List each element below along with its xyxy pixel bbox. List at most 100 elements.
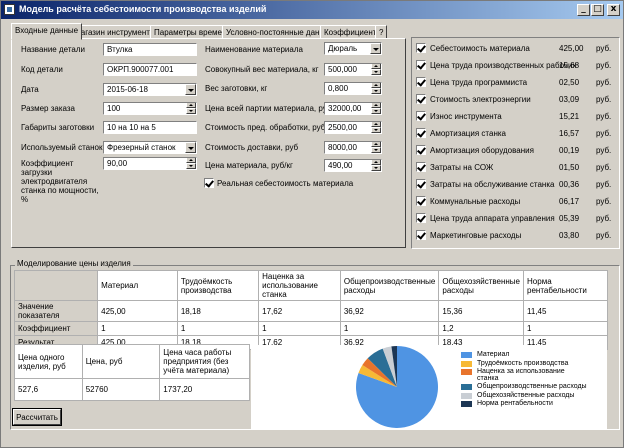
table-row: 527,6 52760 1737,20 bbox=[14, 378, 250, 401]
legend-swatch bbox=[461, 369, 472, 375]
legend-swatch bbox=[461, 392, 472, 399]
blank-size-input[interactable]: 10 на 10 на 5 bbox=[103, 121, 197, 134]
cost-checkbox[interactable] bbox=[416, 145, 426, 155]
cost-value: 06,17 bbox=[559, 197, 580, 206]
material-select[interactable]: Дюраль bbox=[324, 42, 382, 55]
cost-name: Износ инструмента bbox=[430, 112, 502, 121]
date-value: 2015-06-18 bbox=[107, 85, 148, 94]
part-name-label: Название детали bbox=[21, 45, 85, 54]
minimize-button[interactable]: _ bbox=[577, 4, 590, 16]
chevron-down-icon[interactable] bbox=[185, 84, 196, 95]
maximize-button[interactable]: □ bbox=[591, 4, 604, 16]
chevron-down-icon[interactable] bbox=[370, 43, 381, 54]
pie-chart bbox=[356, 346, 438, 428]
spin-down-icon[interactable] bbox=[371, 69, 381, 75]
close-button[interactable]: x bbox=[607, 4, 620, 16]
legend-label: Общехозяйственные расходы bbox=[477, 391, 575, 399]
spin-down-icon[interactable] bbox=[371, 108, 381, 114]
spin-down-icon[interactable] bbox=[371, 165, 381, 171]
date-picker[interactable]: 2015-06-18 bbox=[103, 83, 197, 96]
tab-tool-store[interactable]: Магазин инструментов bbox=[70, 25, 163, 39]
table-cell[interactable]: 1 bbox=[258, 321, 341, 336]
cost-checkbox[interactable] bbox=[416, 196, 426, 206]
cost-name: Стоимость электроэнергии bbox=[430, 95, 531, 104]
cost-checkbox[interactable] bbox=[416, 230, 426, 240]
motor-load-stepper[interactable]: 90,00 bbox=[103, 157, 197, 170]
blank-size-label: Габариты заготовки bbox=[21, 123, 95, 132]
table-cell[interactable]: 1 bbox=[176, 321, 260, 336]
cost-value: 15,68 bbox=[559, 61, 580, 70]
delivery-cost-stepper[interactable]: 8000,00 bbox=[324, 141, 382, 154]
material-price-stepper[interactable]: 490,00 bbox=[324, 159, 382, 172]
material-value: Дюраль bbox=[328, 44, 358, 53]
table-cell[interactable]: 18,18 bbox=[176, 300, 260, 322]
cost-row-electricity: Стоимость электроэнергии 03,09 руб. bbox=[412, 93, 621, 107]
cost-checkbox[interactable] bbox=[416, 111, 426, 121]
table-cell[interactable]: 17,62 bbox=[258, 300, 341, 322]
cost-row-utilities: Коммунальные расходы 06,17 руб. bbox=[412, 195, 621, 209]
cost-checkbox[interactable] bbox=[416, 77, 426, 87]
chevron-down-icon[interactable] bbox=[185, 142, 196, 153]
real-cost-checkbox[interactable] bbox=[204, 178, 214, 188]
order-size-value: 100 bbox=[107, 104, 121, 113]
cost-value: 03,09 bbox=[559, 95, 580, 104]
order-size-stepper[interactable]: 100 bbox=[103, 102, 197, 115]
spin-down-icon[interactable] bbox=[186, 108, 196, 114]
table-cell[interactable]: 15,36 bbox=[438, 300, 525, 322]
cost-checkbox[interactable] bbox=[416, 43, 426, 53]
cost-checkbox[interactable] bbox=[416, 213, 426, 223]
cost-value: 15,21 bbox=[559, 112, 580, 121]
tab-help[interactable]: ? bbox=[375, 25, 388, 39]
blank-weight-value: 0,800 bbox=[328, 84, 349, 93]
title-bar[interactable]: Модель расчёта себестоимости производств… bbox=[1, 1, 623, 19]
table-row-header: Значение показателя bbox=[13, 300, 99, 322]
legend-label: Общепроизводственные расходы bbox=[477, 383, 587, 390]
tab-input-data[interactable]: Входные данные bbox=[11, 23, 83, 40]
cost-checkbox[interactable] bbox=[416, 128, 426, 138]
spin-down-icon[interactable] bbox=[186, 163, 196, 169]
table-cell[interactable]: 1,2 bbox=[438, 321, 525, 336]
table-cell[interactable]: 425,00 bbox=[97, 300, 178, 322]
cost-checkbox[interactable] bbox=[416, 162, 426, 172]
total-weight-stepper[interactable]: 500,000 bbox=[324, 63, 382, 76]
cost-unit: руб. bbox=[596, 231, 612, 240]
spin-down-icon[interactable] bbox=[371, 127, 381, 133]
cost-checkbox[interactable] bbox=[416, 94, 426, 104]
cost-row-marketing: Маркетинговые расходы 03,80 руб. bbox=[412, 229, 621, 243]
spin-down-icon[interactable] bbox=[371, 147, 381, 153]
hour-price-header: Цена часа работы предприятия (без учёта … bbox=[159, 344, 250, 379]
cost-row-equipment-depreciation: Амортизация оборудования 00,19 руб. bbox=[412, 144, 621, 158]
cost-name: Цена труда производственных рабочих bbox=[430, 61, 577, 70]
cost-row-machine-service: Затраты на обслуживание станка 00,36 руб. bbox=[412, 178, 621, 192]
spin-down-icon[interactable] bbox=[371, 88, 381, 94]
table-cell[interactable]: 1 bbox=[97, 321, 178, 336]
table-cell[interactable]: 1 bbox=[339, 321, 440, 336]
cost-value: 05,39 bbox=[559, 214, 580, 223]
table-cell[interactable]: 36,92 bbox=[339, 300, 440, 322]
table-header-cell: Общехозяйственные расходы bbox=[438, 270, 525, 301]
table-cell[interactable]: 1 bbox=[523, 321, 608, 336]
part-code-input[interactable]: ОКРП.900077.001 bbox=[103, 63, 197, 76]
cost-value: 01,50 bbox=[559, 163, 580, 172]
real-cost-label: Реальная себестоимость материала bbox=[217, 179, 354, 188]
cost-name: Амортизация оборудования bbox=[430, 146, 534, 155]
table-cell[interactable]: 11,45 bbox=[523, 300, 608, 322]
machine-select[interactable]: Фрезерный станок bbox=[103, 141, 197, 154]
cost-row-coolant: Затраты на СОЖ 01,50 руб. bbox=[412, 161, 621, 175]
cost-checkbox[interactable] bbox=[416, 179, 426, 189]
table-row: Значение показателя 425,00 18,18 17,62 3… bbox=[13, 300, 608, 322]
part-name-input[interactable]: Втулка bbox=[103, 43, 197, 56]
cost-value: 03,80 bbox=[559, 231, 580, 240]
calculate-button[interactable]: Рассчитать bbox=[12, 408, 62, 426]
material-name-label: Наименование материала bbox=[205, 45, 303, 54]
date-label: Дата bbox=[21, 85, 39, 94]
total-price-header: Цена, руб bbox=[81, 344, 161, 379]
cost-checkbox[interactable] bbox=[416, 60, 426, 70]
blank-weight-stepper[interactable]: 0,800 bbox=[324, 82, 382, 95]
unit-price-header: Цена одного изделия, руб bbox=[14, 344, 83, 379]
pre-processing-label: Стоимость пред. обработки, руб bbox=[205, 123, 326, 132]
batch-price-stepper[interactable]: 32000,00 bbox=[324, 102, 382, 115]
legend-swatch bbox=[461, 401, 472, 407]
pre-processing-stepper[interactable]: 2500,00 bbox=[324, 121, 382, 134]
delivery-cost-label: Стоимость доставки, руб bbox=[205, 143, 299, 152]
